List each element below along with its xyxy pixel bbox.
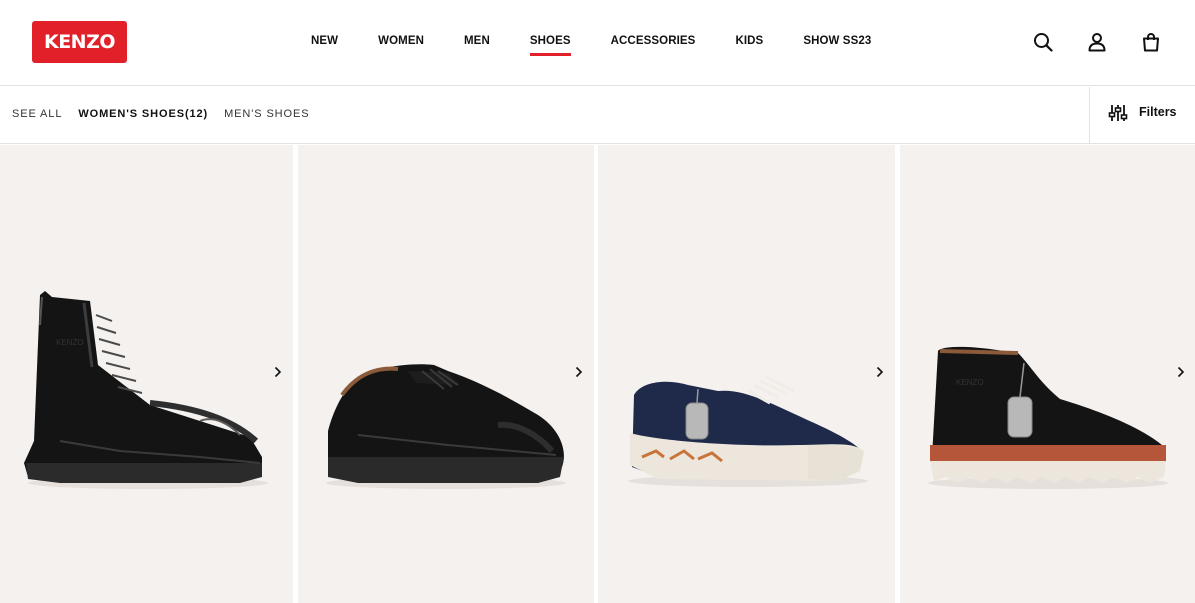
black-leather-boot-image: KENZO [24, 291, 268, 489]
nav-item-women[interactable]: WOMEN [378, 35, 424, 57]
chevron-right-icon[interactable] [572, 365, 586, 379]
chevron-right-icon[interactable] [271, 365, 285, 379]
chevron-right-icon[interactable] [873, 365, 887, 379]
main-nav: NEW WOMEN MEN SHOES ACCESSORIES KIDS SHO… [311, 35, 911, 57]
svg-text:KENZO: KENZO [956, 378, 984, 387]
product-card[interactable] [298, 145, 594, 603]
womens-shoes-link[interactable]: WOMEN'S SHOES(12) [78, 108, 208, 120]
nav-item-accessories[interactable]: ACCESSORIES [611, 35, 696, 57]
product-card[interactable]: KENZO [0, 145, 293, 603]
site-header: KENZO NEW WOMEN MEN SHOES ACCESSORIES KI… [0, 0, 1195, 86]
kenzo-logo[interactable]: KENZO [32, 21, 127, 63]
see-all-link[interactable]: SEE ALL [12, 108, 62, 120]
bag-icon[interactable] [1139, 30, 1163, 54]
product-grid: KENZO KENZO [0, 145, 1195, 603]
category-subbar: SEE ALL WOMEN'S SHOES(12) MEN'S SHOES Fi… [0, 87, 1195, 144]
chevron-right-icon[interactable] [1174, 365, 1188, 379]
search-icon[interactable] [1031, 30, 1055, 54]
black-leather-derby-image [326, 364, 566, 489]
navy-tiger-sneaker-image [628, 375, 868, 487]
logo-text: KENZO [43, 31, 116, 53]
nav-item-men[interactable]: MEN [464, 35, 490, 57]
category-links: SEE ALL WOMEN'S SHOES(12) MEN'S SHOES [12, 108, 309, 120]
filters-icon [1108, 104, 1128, 127]
mens-shoes-link[interactable]: MEN'S SHOES [224, 108, 309, 120]
filters-button[interactable]: Filters [1089, 87, 1195, 143]
nav-item-shoes[interactable]: SHOES [529, 35, 571, 57]
svg-text:KENZO: KENZO [56, 338, 84, 347]
nav-item-show-ss23[interactable]: SHOW SS23 [803, 35, 871, 57]
product-card[interactable]: KENZO [900, 145, 1195, 603]
filters-label: Filters [1139, 105, 1177, 119]
product-card[interactable] [598, 145, 895, 603]
header-actions [1031, 30, 1163, 54]
black-suede-desert-boot-image: KENZO [928, 346, 1168, 489]
nav-item-kids[interactable]: KIDS [735, 35, 763, 57]
nav-item-new[interactable]: NEW [311, 35, 338, 57]
account-icon[interactable] [1085, 30, 1109, 54]
